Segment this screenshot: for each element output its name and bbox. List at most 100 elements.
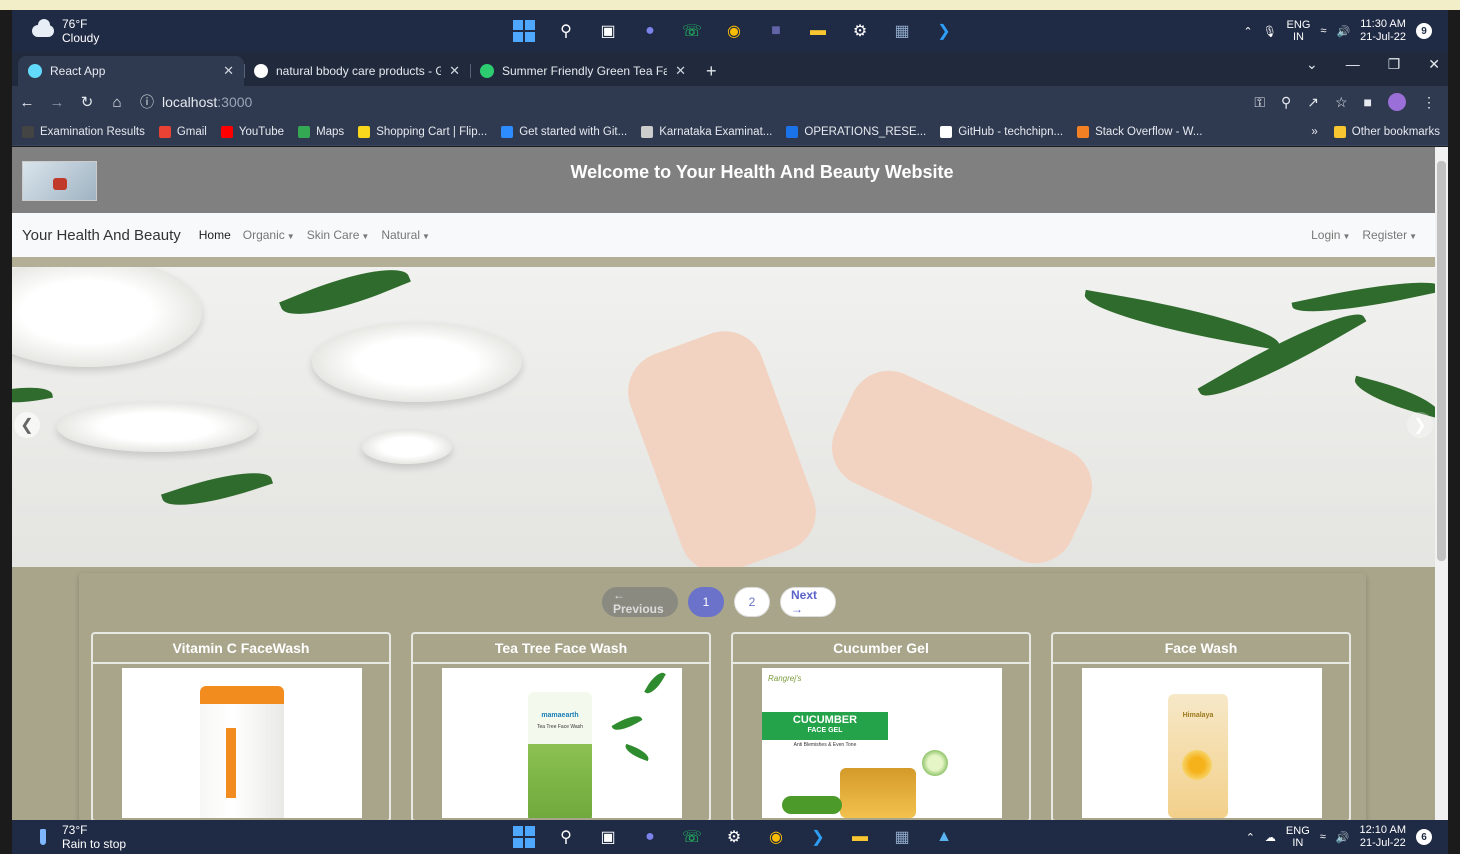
teams-icon[interactable]: ■ (764, 19, 788, 43)
scrollbar-thumb[interactable] (1437, 161, 1446, 561)
nav-register[interactable]: Register ▼ (1362, 228, 1417, 242)
bookmark-item[interactable]: OPERATIONS_RESE... (786, 125, 926, 138)
product-card[interactable]: Face Wash Himalaya (1051, 632, 1351, 820)
info-icon[interactable]: ⓘ (140, 92, 154, 112)
weather-widget[interactable]: 76°F Cloudy (32, 17, 99, 45)
chevron-up-icon[interactable]: ⌃ (1243, 25, 1252, 38)
vscode-icon[interactable]: ❯ (932, 19, 956, 43)
bookmark-item[interactable]: Maps (298, 125, 344, 138)
back-icon[interactable]: ← (12, 94, 42, 111)
bookmark-item[interactable]: Shopping Cart | Flip... (358, 125, 487, 138)
file-explorer-icon[interactable]: ▬ (848, 825, 872, 849)
volume-icon[interactable]: 🔊 (1336, 25, 1350, 38)
weather-widget[interactable]: 73°F Rain to stop (32, 823, 126, 851)
page-scrollbar[interactable] (1435, 147, 1448, 820)
volume-icon[interactable]: 🔊 (1336, 831, 1350, 844)
nav-skin-care[interactable]: Skin Care ▼ (307, 228, 370, 242)
tab-green-tea[interactable]: Summer Friendly Green Tea Face ✕ (470, 56, 696, 86)
search-icon[interactable]: ⚲ (554, 825, 578, 849)
bookmark-item[interactable]: Get started with Git... (501, 125, 627, 138)
previous-button[interactable]: ← Previous (602, 587, 678, 617)
bookmark-item[interactable]: Gmail (158, 125, 207, 138)
other-bookmarks[interactable]: Other bookmarks (1333, 125, 1440, 138)
mic-muted-icon[interactable]: 🎙 (1263, 25, 1277, 38)
close-tab-icon[interactable]: ✕ (449, 63, 460, 79)
reload-icon[interactable]: ↻ (72, 93, 102, 111)
bookmark-item[interactable]: Stack Overflow - W... (1077, 125, 1202, 138)
whatsapp-icon[interactable]: ☏ (680, 19, 704, 43)
carousel-prev-icon[interactable]: ❮ (14, 412, 40, 438)
star-icon[interactable]: ☆ (1335, 94, 1348, 111)
clock[interactable]: 12:10 AM 21-Jul-22 (1360, 824, 1406, 850)
nav-natural[interactable]: Natural ▼ (381, 228, 430, 242)
start-button[interactable] (512, 825, 536, 849)
address-bar[interactable]: ⓘ localhost:3000 (140, 90, 1255, 114)
restore-icon[interactable]: ❐ (1388, 56, 1401, 73)
key-icon[interactable]: ⚿ (1254, 94, 1265, 111)
forward-icon[interactable]: → (42, 94, 72, 111)
tab-search-icon[interactable]: ⌄ (1306, 56, 1318, 73)
product-card[interactable]: Cucumber Gel Rangrej's CUCUMBER FACE GEL… (731, 632, 1031, 820)
weather-tray-icon[interactable]: ☁ (1265, 831, 1276, 844)
next-button[interactable]: Next → (780, 587, 836, 617)
tab-react-app[interactable]: React App ✕ (18, 56, 244, 86)
close-tab-icon[interactable]: ✕ (675, 63, 686, 79)
new-tab-button[interactable]: + (696, 61, 727, 86)
minimize-icon[interactable]: — (1346, 56, 1360, 73)
share-icon[interactable]: ↗ (1307, 94, 1319, 111)
clock[interactable]: 11:30 AM 21-Jul-22 (1360, 18, 1406, 44)
zoom-icon[interactable]: ⚲ (1281, 94, 1291, 111)
product-card[interactable]: Vitamin C FaceWash (91, 632, 391, 820)
settings-icon[interactable]: ⚙ (722, 825, 746, 849)
task-view-icon[interactable]: ▣ (596, 825, 620, 849)
chat-icon[interactable]: ● (638, 825, 662, 849)
chrome-icon[interactable]: ◉ (722, 19, 746, 43)
menu-icon[interactable]: ⋮ (1422, 94, 1436, 111)
nav-organic[interactable]: Organic ▼ (243, 228, 295, 242)
product-card[interactable]: Tea Tree Face Wash mamaearth Tea Tree Fa… (411, 632, 711, 820)
start-button[interactable] (512, 19, 536, 43)
more-bookmarks-button[interactable]: » (1311, 126, 1317, 138)
snipping-tool-icon[interactable]: ▦ (890, 825, 914, 849)
file-explorer-icon[interactable]: ▬ (806, 19, 830, 43)
bookmark-item[interactable]: Karnataka Examinat... (641, 125, 772, 138)
vscode-icon[interactable]: ❯ (806, 825, 830, 849)
product-image[interactable]: Himalaya (1082, 668, 1322, 818)
sidepanel-icon[interactable]: ■ (1364, 94, 1372, 110)
bookmark-item[interactable]: Examination Results (22, 125, 145, 138)
language-indicator[interactable]: ENG IN (1287, 19, 1311, 43)
close-window-icon[interactable]: ✕ (1428, 56, 1440, 73)
product-image[interactable]: Rangrej's CUCUMBER FACE GEL Anti Blemish… (762, 668, 1002, 818)
product-image[interactable]: mamaearth Tea Tree Face Wash (442, 668, 682, 818)
tab-google-search[interactable]: natural bbody care products - Go ✕ (244, 56, 470, 86)
cucumber-tag: Anti Blemishes & Even Tone (793, 742, 857, 748)
close-tab-icon[interactable]: ✕ (223, 63, 234, 79)
bookmark-item[interactable]: YouTube (220, 125, 284, 138)
wifi-icon[interactable]: ≈ (1320, 25, 1326, 37)
nav-login[interactable]: Login ▼ (1311, 228, 1350, 242)
home-icon[interactable]: ⌂ (102, 94, 132, 111)
whatsapp-icon[interactable]: ☏ (680, 825, 704, 849)
page-1-button[interactable]: 1 (688, 587, 724, 617)
product-image[interactable] (122, 668, 362, 818)
notification-badge[interactable]: 6 (1416, 829, 1432, 845)
nav-home[interactable]: Home (199, 228, 231, 242)
caret-down-icon: ▼ (422, 232, 430, 241)
bookmark-item[interactable]: GitHub - techchipn... (940, 125, 1063, 138)
notification-badge[interactable]: 9 (1416, 23, 1432, 39)
photos-icon[interactable]: ▲ (932, 825, 956, 849)
snipping-tool-icon[interactable]: ▦ (890, 19, 914, 43)
bottom-taskbar: 73°F Rain to stop ⚲ ▣ ● ☏ ⚙ ◉ ❯ ▬ ▦ ▲ ⌃ … (12, 820, 1448, 854)
wifi-icon[interactable]: ≈ (1320, 831, 1326, 843)
chrome-icon[interactable]: ◉ (764, 825, 788, 849)
page-2-button[interactable]: 2 (734, 587, 770, 617)
language-indicator[interactable]: ENG IN (1286, 825, 1310, 849)
navbar-brand[interactable]: Your Health And Beauty (22, 227, 181, 244)
search-icon[interactable]: ⚲ (554, 19, 578, 43)
carousel-next-icon[interactable]: ❯ (1407, 412, 1433, 438)
avatar[interactable] (1388, 93, 1406, 111)
chevron-up-icon[interactable]: ⌃ (1246, 831, 1255, 844)
chat-icon[interactable]: ● (638, 19, 662, 43)
settings-icon[interactable]: ⚙ (848, 19, 872, 43)
task-view-icon[interactable]: ▣ (596, 19, 620, 43)
